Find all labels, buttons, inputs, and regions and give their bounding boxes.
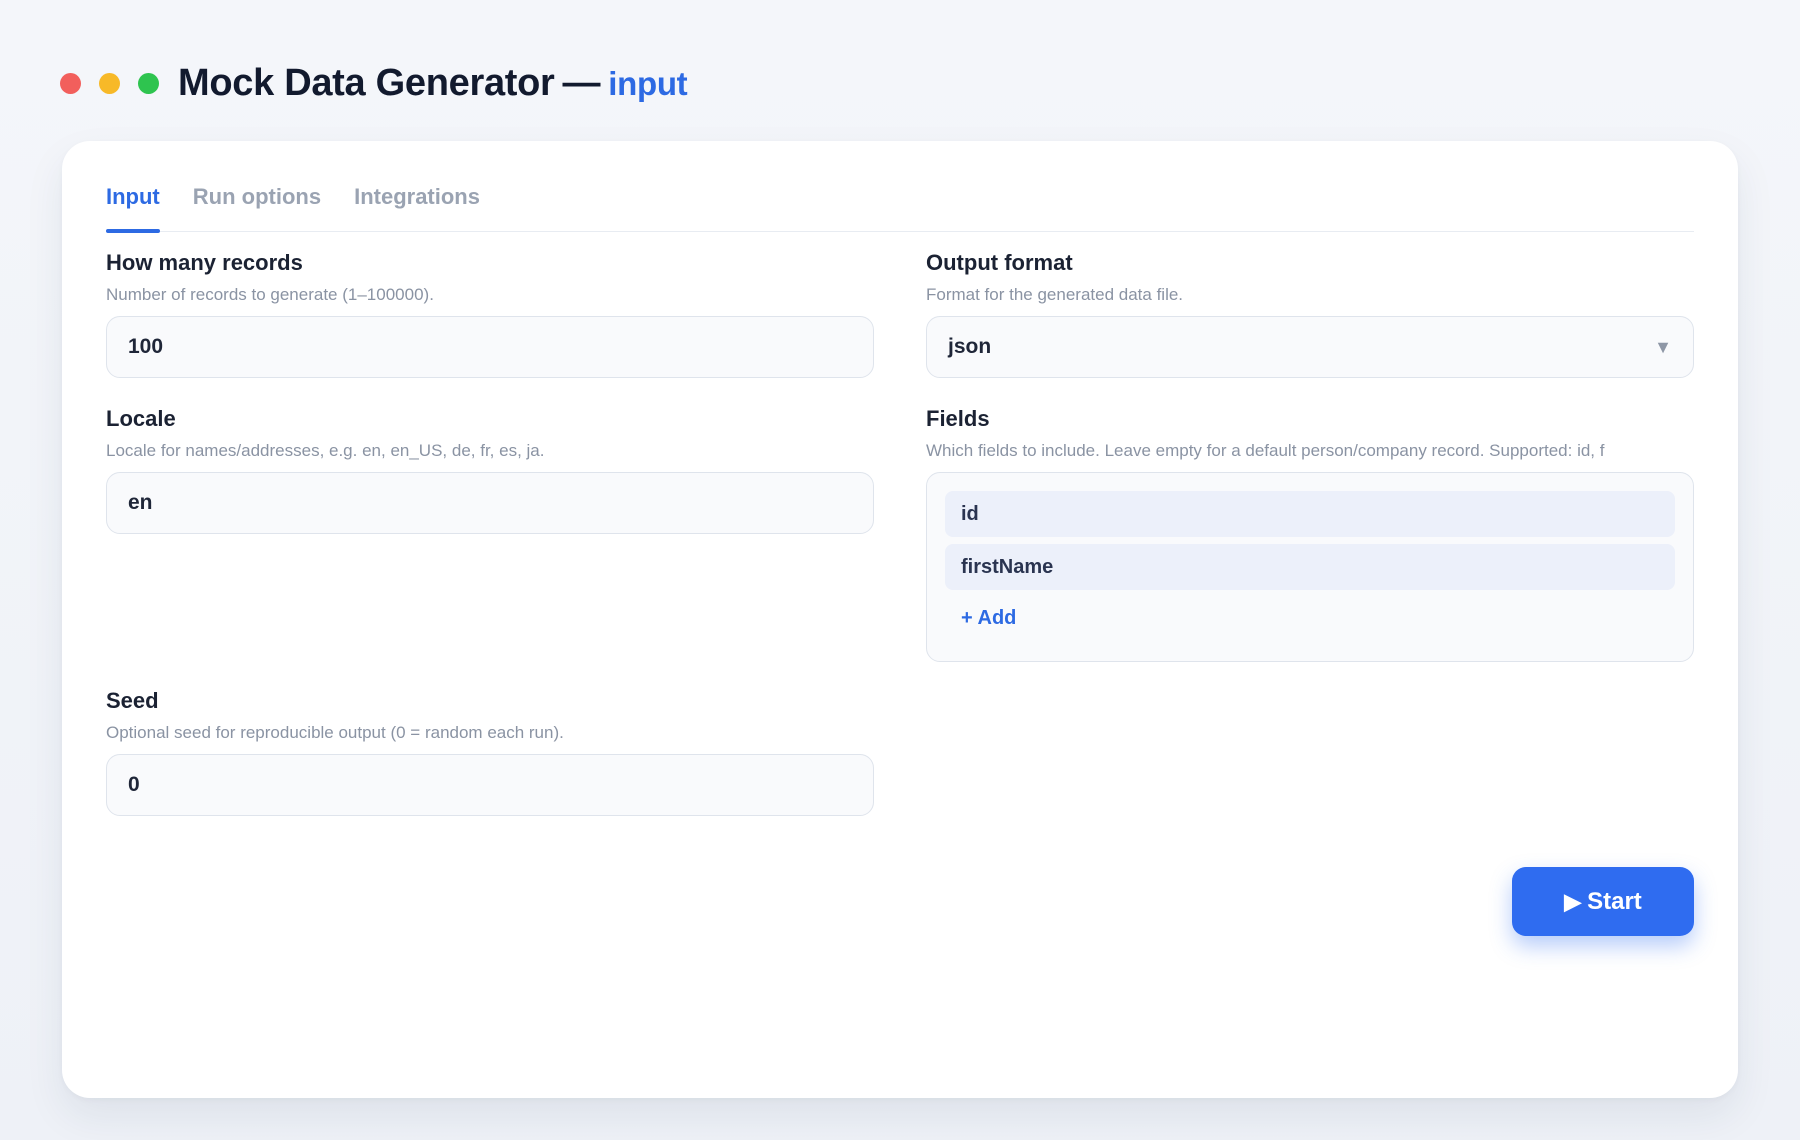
- add-field-button[interactable]: + Add: [945, 597, 1032, 640]
- list-item[interactable]: firstName: [945, 544, 1675, 590]
- tab-integrations[interactable]: Integrations: [354, 177, 480, 232]
- locale-field: Locale Locale for names/addresses, e.g. …: [106, 404, 874, 534]
- fields-field: Fields Which fields to include. Leave em…: [926, 404, 1694, 662]
- seed-help: Optional seed for reproducible output (0…: [106, 723, 564, 742]
- start-button[interactable]: ▶ Start: [1512, 867, 1694, 936]
- tab-bar: Input Run options Integrations: [106, 177, 1694, 233]
- format-value: json: [948, 335, 992, 358]
- title-separator: —: [562, 61, 601, 104]
- chevron-down-icon: ▼: [1654, 336, 1672, 357]
- minimize-window-button[interactable]: [99, 72, 120, 94]
- title-bar: Mock Data Generator — input: [60, 58, 688, 108]
- seed-value: 0: [128, 773, 140, 796]
- format-field: Output format Format for the generated d…: [926, 248, 1694, 378]
- locale-input[interactable]: en: [106, 472, 874, 534]
- format-label: Output format: [926, 250, 1073, 275]
- mode-label: input: [608, 64, 688, 102]
- locale-help: Locale for names/addresses, e.g. en, en_…: [106, 441, 545, 460]
- format-help: Format for the generated data file.: [926, 285, 1184, 304]
- records-value: 100: [128, 335, 164, 358]
- app-title: Mock Data Generator — input: [178, 61, 688, 105]
- records-field: How many records Number of records to ge…: [106, 248, 874, 378]
- seed-field: Seed Optional seed for reproducible outp…: [106, 686, 874, 816]
- locale-value: en: [128, 491, 153, 514]
- fields-help: Which fields to include. Leave empty for…: [926, 441, 1605, 460]
- maximize-window-button[interactable]: [138, 72, 159, 94]
- fields-list: id firstName + Add: [926, 472, 1694, 662]
- start-label: Start: [1587, 887, 1642, 915]
- app-title-text: Mock Data Generator: [178, 61, 555, 104]
- list-item[interactable]: id: [945, 491, 1675, 537]
- records-help: Number of records to generate (1–100000)…: [106, 285, 434, 304]
- seed-input[interactable]: 0: [106, 754, 874, 816]
- play-icon: ▶: [1564, 888, 1582, 914]
- seed-label: Seed: [106, 688, 159, 713]
- records-label: How many records: [106, 250, 303, 275]
- tab-input[interactable]: Input: [106, 177, 160, 233]
- fields-label: Fields: [926, 406, 990, 431]
- close-window-button[interactable]: [60, 72, 81, 94]
- form-card: Input Run options Integrations How many …: [62, 141, 1738, 1098]
- locale-label: Locale: [106, 406, 176, 431]
- format-select[interactable]: json ▼: [926, 316, 1694, 378]
- records-input[interactable]: 100: [106, 316, 874, 378]
- tab-run-options[interactable]: Run options: [193, 177, 321, 232]
